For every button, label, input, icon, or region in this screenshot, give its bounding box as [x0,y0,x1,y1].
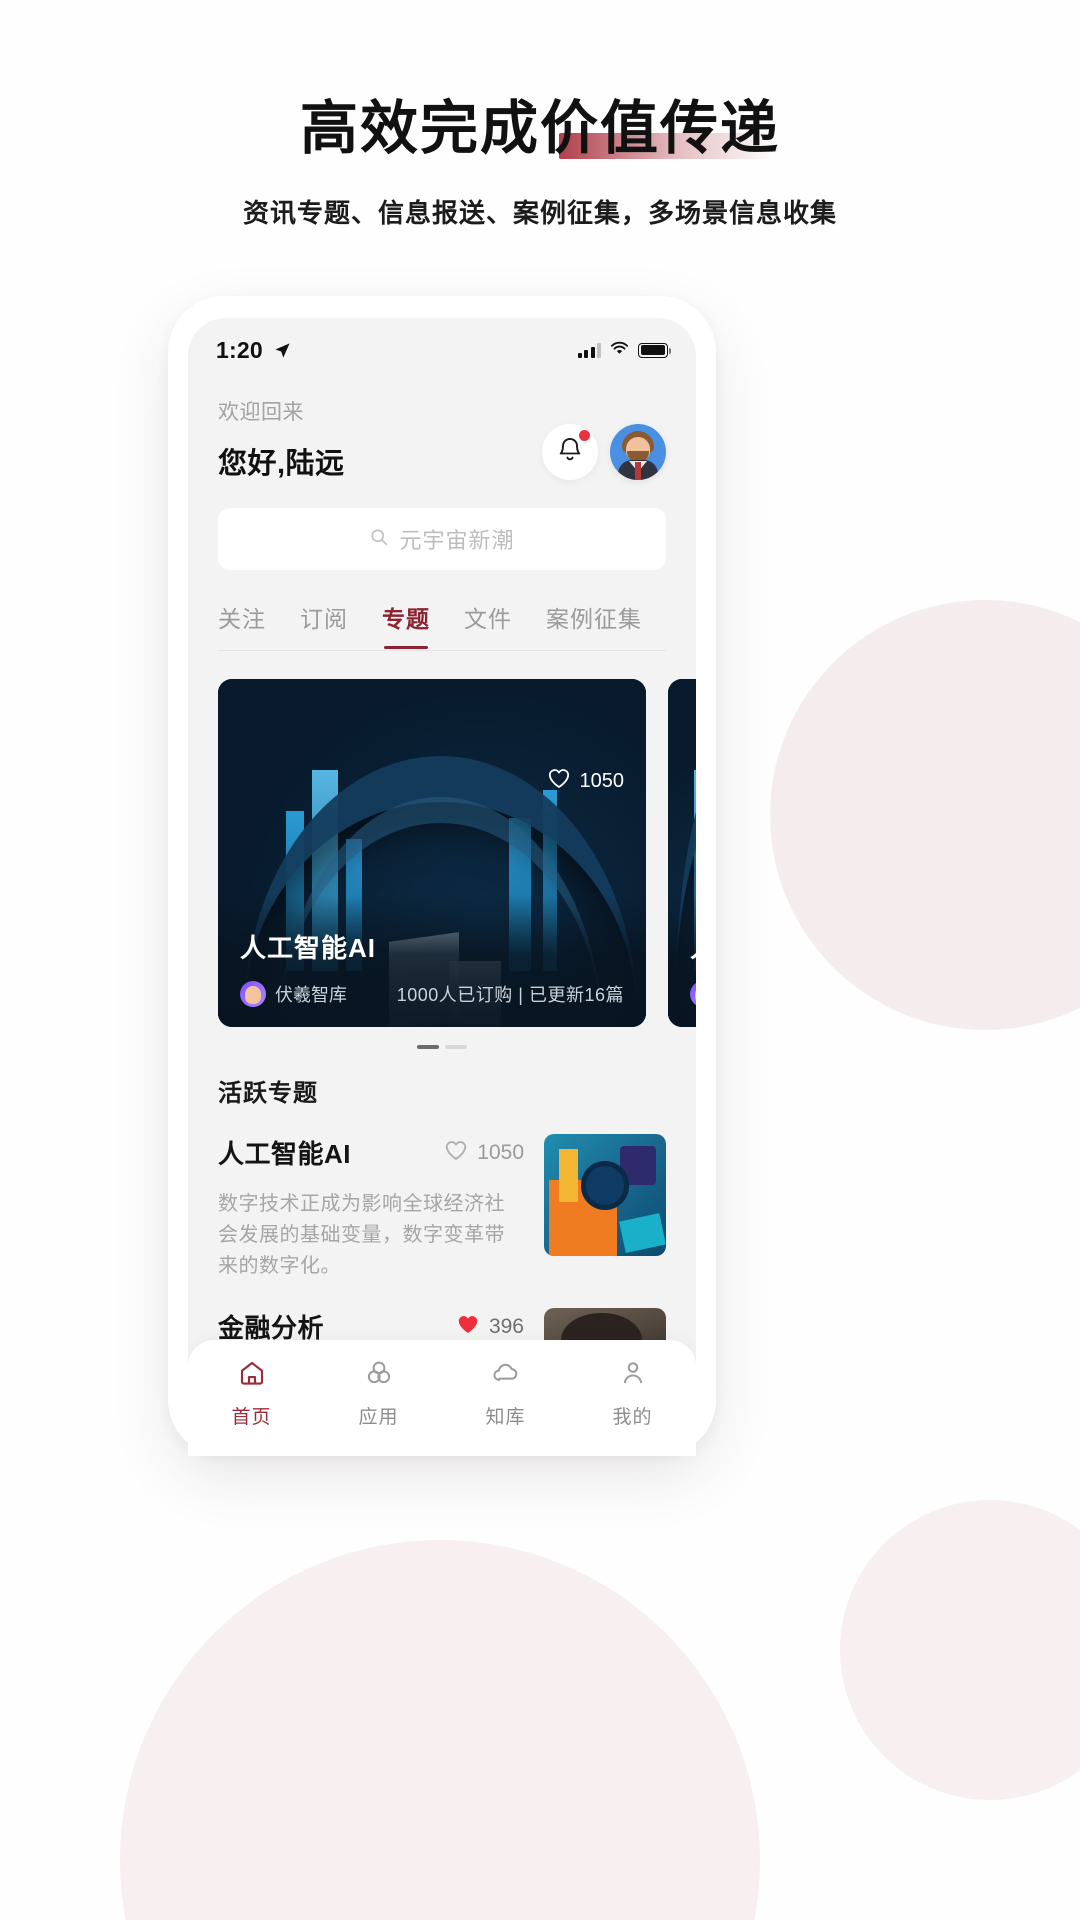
cellular-signal-icon [577,342,601,358]
apps-icon [364,1358,394,1393]
section-title: 活跃专题 [216,1073,318,1111]
search-placeholder: 元宇宙新潮 [399,528,515,553]
page-dot-active[interactable] [417,1045,439,1049]
background-decoration-bottom [120,1540,760,1920]
page-title-text: 高效完成价值传递 [299,96,780,161]
carousel-card-next[interactable]: 人 [668,679,696,1027]
tab-bar: 关注 订阅 专题 文件 案例征集 [218,600,666,651]
carousel-card-next-title: 人 [690,928,696,965]
carousel-like-value: 1050 [579,769,625,792]
header-actions [542,424,666,480]
tab-subscribe[interactable]: 订阅 [300,600,348,648]
battery-full-icon [638,342,672,358]
page-title: 高效完成价值传递 [300,96,780,163]
carousel-card-next-meta: 人 [668,928,696,1027]
location-arrow-icon [274,342,291,359]
person-icon [618,1358,648,1393]
carousel-page-indicator[interactable] [188,1045,696,1049]
cloud-icon [491,1358,521,1393]
nav-item-apps[interactable]: 应用 [315,1358,442,1429]
carousel-card-title: 人工智能AI [240,933,377,963]
status-bar-right [577,341,672,360]
list-item-content: 人工智能AI 1050 数字技术正成为影响全球经济社会发展的基础变量，数字变革带… [218,1134,524,1282]
avatar[interactable] [610,424,666,480]
nav-label-profile: 我的 [612,1407,653,1428]
greeting-header: 欢迎回来 您好,陆远 [188,372,696,482]
next-author-avatar [690,981,696,1007]
phone-mockup: 1:20 欢迎回来 您好,陆远 元宇宙新潮 关注 订阅 专题 文件 案例征集 1… [168,296,716,1456]
search-input[interactable]: 元宇宙新潮 [218,508,666,570]
stats-separator: | [518,985,524,1005]
tab-topics[interactable]: 专题 [382,600,430,649]
background-decoration-bottom-right [840,1500,1080,1800]
nav-label-home: 首页 [231,1407,272,1428]
bottom-navigation: 首页 应用 知库 我的 [188,1340,696,1456]
tab-case-collection[interactable]: 案例征集 [546,600,642,648]
notification-badge-dot [579,430,590,441]
list-item-header: 人工智能AI 1050 [218,1134,524,1171]
wifi-icon [610,341,629,360]
promo-header: 高效完成价值传递 资讯专题、信息报送、案例征集，多场景信息收集 [0,0,1080,230]
page-subtitle: 资讯专题、信息报送、案例征集，多场景信息收集 [242,197,837,228]
carousel-card-meta: 人工智能AI 伏羲智库 1000人已订购 | 已更新16篇 [218,928,646,1027]
list-item-like[interactable]: 396 [456,1313,524,1341]
welcome-label: 欢迎回来 [218,401,304,424]
nav-item-home[interactable]: 首页 [188,1358,315,1429]
carousel-card[interactable]: 1050 人工智能AI 伏羲智库 1000人已订购 | 已更新16篇 [218,679,646,1027]
list-item-description: 数字技术正成为影响全球经济社会发展的基础变量，数字变革带来的数字化。 [218,1193,505,1277]
list-item-like-count: 1050 [477,1140,524,1164]
list-item-title: 人工智能AI [218,1139,352,1169]
search-section: 元宇宙新潮 [188,482,696,570]
author-avatar [240,981,266,1007]
abstract-art-thumbnail [544,1134,666,1256]
subscriber-count: 1000人已订购 [396,985,513,1005]
nav-item-profile[interactable]: 我的 [569,1358,696,1429]
greeting-text: 欢迎回来 您好,陆远 [218,396,345,482]
background-decoration-right [770,600,1080,1030]
page-dot[interactable] [445,1045,467,1049]
carousel-like-count[interactable]: 1050 [547,767,625,795]
tab-follow[interactable]: 关注 [218,600,266,648]
notification-bell-button[interactable] [542,424,598,480]
status-bar: 1:20 [188,318,696,372]
heart-outline-icon [444,1139,468,1167]
list-item-like-count: 396 [488,1314,524,1338]
carousel-card-stats: 1000人已订购 | 已更新16篇 [397,981,624,1007]
bell-icon [556,436,584,469]
status-bar-left: 1:20 [216,337,291,364]
user-greeting: 您好,陆远 [218,448,345,480]
list-item[interactable]: 人工智能AI 1050 数字技术正成为影响全球经济社会发展的基础变量，数字变革带… [218,1134,666,1282]
heart-filled-icon [456,1313,480,1341]
carousel-card-next-author [690,981,696,1007]
author-name: 伏羲智库 [275,985,347,1005]
tabs-section: 关注 订阅 专题 文件 案例征集 [188,570,696,651]
nav-item-knowledge[interactable]: 知库 [442,1358,569,1429]
search-icon [369,527,389,552]
heart-outline-icon [547,767,571,795]
update-count: 已更新16篇 [528,985,624,1005]
list-item-like[interactable]: 1050 [444,1139,524,1167]
avatar-tie [635,462,641,480]
nav-label-apps: 应用 [358,1407,399,1428]
status-bar-time: 1:20 [216,336,263,363]
featured-carousel[interactable]: 1050 人工智能AI 伏羲智库 1000人已订购 | 已更新16篇 [188,679,696,1027]
carousel-card-author: 伏羲智库 [240,981,347,1007]
tab-files[interactable]: 文件 [464,600,512,648]
phone-screen: 1:20 欢迎回来 您好,陆远 元宇宙新潮 关注 订阅 专题 文件 案例征集 1… [188,318,696,1456]
carousel-card-next-row [690,981,696,1007]
nav-label-knowledge: 知库 [485,1407,526,1428]
carousel-card-row: 伏羲智库 1000人已订购 | 已更新16篇 [240,981,624,1007]
list-item-thumbnail [544,1134,666,1256]
home-icon [237,1358,267,1393]
promo-page: 高效完成价值传递 资讯专题、信息报送、案例征集，多场景信息收集 1:20 欢迎回… [0,0,1080,1920]
